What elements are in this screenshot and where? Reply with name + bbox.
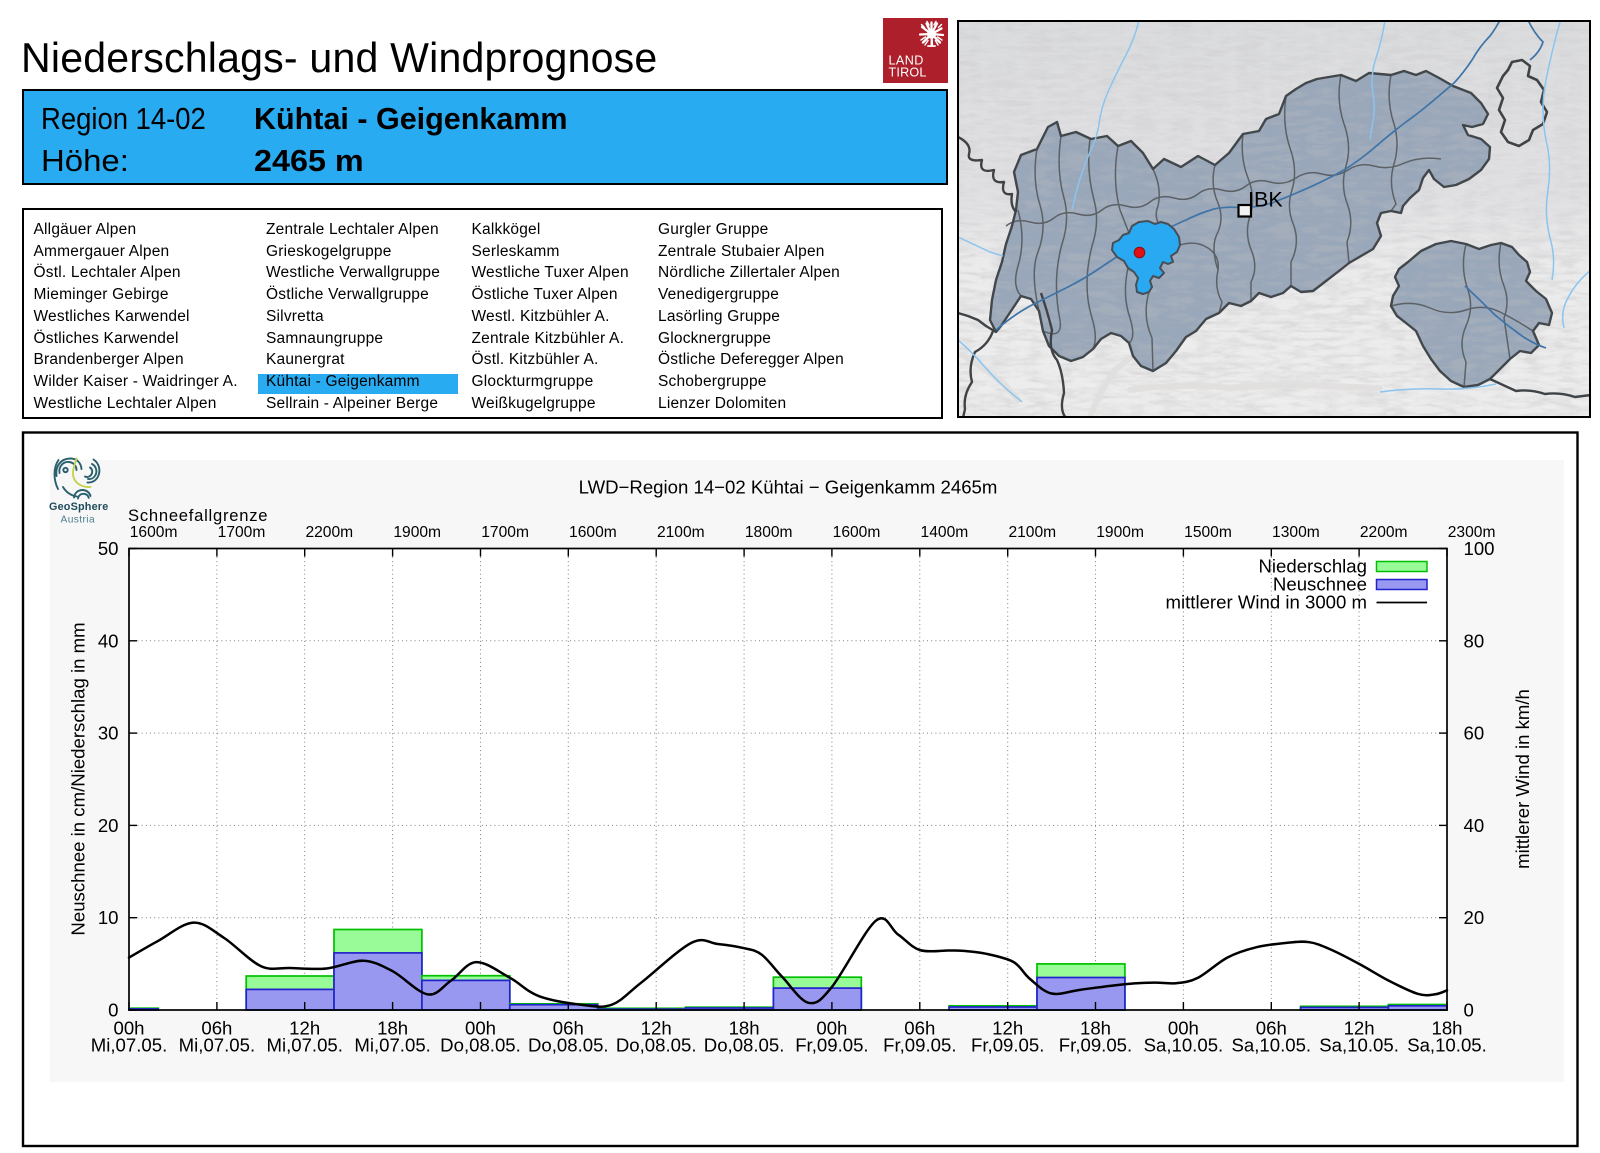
svg-text:Fr,09.05.: Fr,09.05. [795,1035,868,1056]
svg-text:Do,08.05.: Do,08.05. [440,1035,521,1056]
svg-text:Fr,09.05.: Fr,09.05. [971,1035,1044,1056]
svg-text:80: 80 [1464,630,1485,651]
svg-text:2300m: 2300m [1448,524,1496,541]
svg-text:Neuschnee in cm/Niederschlag i: Neuschnee in cm/Niederschlag in mm [68,622,89,935]
svg-text:1700m: 1700m [481,524,529,541]
svg-text:Do,08.05.: Do,08.05. [528,1035,609,1056]
svg-text:1600m: 1600m [130,524,178,541]
svg-text:Sa,10.05.: Sa,10.05. [1319,1035,1399,1056]
svg-text:1400m: 1400m [921,524,969,541]
svg-text:1800m: 1800m [745,524,793,541]
svg-text:Mi,07.05.: Mi,07.05. [179,1035,255,1056]
svg-text:Mi,07.05.: Mi,07.05. [91,1035,167,1056]
svg-text:100: 100 [1464,538,1495,559]
svg-text:2100m: 2100m [1008,524,1056,541]
svg-text:Do,08.05.: Do,08.05. [616,1035,697,1056]
svg-text:Sa,10.05.: Sa,10.05. [1231,1035,1311,1056]
svg-text:1600m: 1600m [569,524,617,541]
svg-text:10: 10 [98,907,119,928]
svg-text:Austria: Austria [61,515,96,526]
svg-text:40: 40 [98,630,119,651]
svg-text:1700m: 1700m [218,524,266,541]
svg-text:2200m: 2200m [1360,524,1408,541]
svg-text:50: 50 [98,538,119,559]
svg-text:Mi,07.05.: Mi,07.05. [354,1035,430,1056]
svg-text:40: 40 [1464,815,1485,836]
svg-text:LWD−Region 14−02 Kühtai − Geig: LWD−Region 14−02 Kühtai − Geigenkamm 246… [579,477,998,498]
svg-text:2200m: 2200m [305,524,353,541]
svg-text:60: 60 [1464,723,1485,744]
svg-text:1900m: 1900m [393,524,441,541]
svg-text:1500m: 1500m [1184,524,1232,541]
svg-text:30: 30 [98,723,119,744]
svg-text:Fr,09.05.: Fr,09.05. [883,1035,956,1056]
svg-text:GeoSphere: GeoSphere [49,501,108,513]
svg-text:1900m: 1900m [1096,524,1144,541]
svg-text:Fr,09.05.: Fr,09.05. [1059,1035,1132,1056]
svg-text:mittlerer Wind in 3000 m: mittlerer Wind in 3000 m [1166,592,1368,613]
svg-text:Sa,10.05.: Sa,10.05. [1144,1035,1224,1056]
svg-text:0: 0 [1464,1000,1474,1021]
svg-text:20: 20 [98,815,119,836]
svg-text:Do,08.05.: Do,08.05. [704,1035,785,1056]
svg-text:1600m: 1600m [833,524,881,541]
svg-text:1300m: 1300m [1272,524,1320,541]
svg-text:mittlerer Wind in km/h: mittlerer Wind in km/h [1512,689,1533,869]
svg-text:20: 20 [1464,907,1485,928]
svg-text:Schneefallgrenze: Schneefallgrenze [128,506,268,525]
svg-text:Mi,07.05.: Mi,07.05. [266,1035,342,1056]
svg-text:2100m: 2100m [657,524,705,541]
svg-text:Sa,10.05.: Sa,10.05. [1407,1035,1487,1056]
